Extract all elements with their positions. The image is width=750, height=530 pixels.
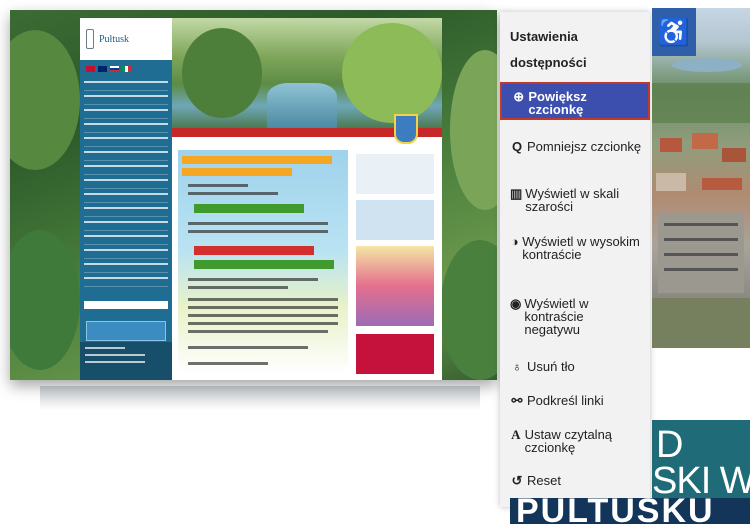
underline-links-button[interactable]: ⚯ Podkreśl linki <box>500 394 650 407</box>
zoom-out-icon: Q <box>511 139 523 154</box>
reflection-shadow <box>40 386 480 410</box>
old-nav-item[interactable] <box>84 207 168 217</box>
old-nav-item[interactable] <box>84 165 168 175</box>
old-site-card[interactable] <box>356 246 434 326</box>
grayscale-icon: ▥ <box>510 186 523 201</box>
enlarge-font-button[interactable]: ⊕ Powiększ czcionkę <box>500 82 650 120</box>
old-site-nav <box>80 74 172 287</box>
logo-line-1: D <box>656 424 683 466</box>
old-nav-item[interactable] <box>84 235 168 245</box>
old-site-sidebar: Pułtusk <box>80 18 172 380</box>
remove-background-label: Usuń tło <box>527 359 575 374</box>
language-flags <box>80 60 172 74</box>
coat-of-arms-icon <box>86 29 94 49</box>
flag-icon[interactable] <box>122 66 131 72</box>
high-contrast-label: Wyświetl w wysokim kontraście <box>522 234 640 262</box>
reset-button[interactable]: ↺ Reset <box>500 474 650 487</box>
old-site-banner-button[interactable] <box>86 321 166 341</box>
shrink-font-button[interactable]: Q Pomniejsz czcionkę <box>500 140 650 153</box>
old-site-footer-links <box>80 342 172 380</box>
old-nav-item[interactable] <box>84 109 168 119</box>
accessibility-panel: Ustawienia dostępności ⊕ Powiększ czcion… <box>500 12 650 507</box>
flag-icon[interactable] <box>110 66 119 72</box>
old-site-card[interactable] <box>356 334 434 374</box>
old-nav-item[interactable] <box>84 151 168 161</box>
logo-line-3: PULTUSKU <box>516 492 715 530</box>
grayscale-button[interactable]: ▥ Wyświetl w skali szarości <box>500 187 650 213</box>
flag-icon[interactable] <box>98 66 107 72</box>
reset-icon: ↺ <box>511 473 523 488</box>
remove-background-button[interactable]: ♁ Usuń tło <box>500 360 650 373</box>
link-icon: ⚯ <box>511 393 523 408</box>
wheelchair-icon: ♿ <box>657 17 691 47</box>
old-nav-item[interactable] <box>84 123 168 133</box>
accessibility-toggle-button[interactable]: ♿ <box>652 8 696 56</box>
old-site-logo[interactable]: Pułtusk <box>80 18 172 60</box>
old-nav-item[interactable] <box>84 249 168 259</box>
old-site-logo-text: Pułtusk <box>99 33 130 45</box>
contrast-icon: ◑ <box>510 234 519 249</box>
old-site-card[interactable] <box>356 154 434 194</box>
old-site-card[interactable] <box>356 200 434 240</box>
foliage <box>10 230 80 370</box>
old-nav-item[interactable] <box>84 137 168 147</box>
old-nav-item[interactable] <box>84 221 168 231</box>
readable-font-button[interactable]: A Ustaw czytalną czcionkę <box>500 428 650 454</box>
zoom-in-icon: ⊕ <box>513 89 525 104</box>
bulb-icon: ♁ <box>512 359 522 374</box>
enlarge-font-label: Powiększ czcionkę <box>528 89 587 117</box>
readable-font-label: Ustaw czytalną czcionkę <box>524 427 613 455</box>
font-icon: A <box>511 427 521 442</box>
old-nav-item[interactable] <box>84 81 168 91</box>
underline-links-label: Podkreśl linki <box>527 393 604 408</box>
old-nav-item[interactable] <box>84 95 168 105</box>
old-nav-item[interactable] <box>84 277 168 287</box>
foliage <box>450 50 497 210</box>
aerial-town-photo <box>652 8 750 348</box>
negative-contrast-label: Wyświetl w kontraście negatywu <box>524 296 589 337</box>
reset-label: Reset <box>527 473 561 488</box>
old-website-screenshot: Pułtusk <box>10 10 497 380</box>
old-nav-item[interactable] <box>84 179 168 189</box>
high-contrast-button[interactable]: ◑ Wyświetl w wysokim kontraście <box>500 235 650 261</box>
flag-icon[interactable] <box>86 66 95 72</box>
negative-contrast-button[interactable]: ◉ Wyświetl w kontraście negatywu <box>500 297 650 336</box>
coat-of-arms-icon <box>394 114 418 144</box>
old-nav-item[interactable] <box>84 263 168 273</box>
eye-icon: ◉ <box>510 296 522 311</box>
accessibility-panel-title: Ustawienia dostępności <box>510 29 587 70</box>
old-site-event-poster[interactable] <box>178 150 348 374</box>
old-site-page: Pułtusk <box>80 18 442 380</box>
old-site-right-column <box>352 150 438 374</box>
grayscale-label: Wyświetl w skali szarości <box>525 186 620 214</box>
old-nav-item[interactable] <box>84 193 168 203</box>
foliage <box>10 30 80 170</box>
old-site-search[interactable] <box>84 301 168 309</box>
foliage <box>440 240 497 380</box>
shrink-font-label: Pomniejsz czcionkę <box>527 139 642 154</box>
old-site-hero-photo <box>172 18 442 128</box>
